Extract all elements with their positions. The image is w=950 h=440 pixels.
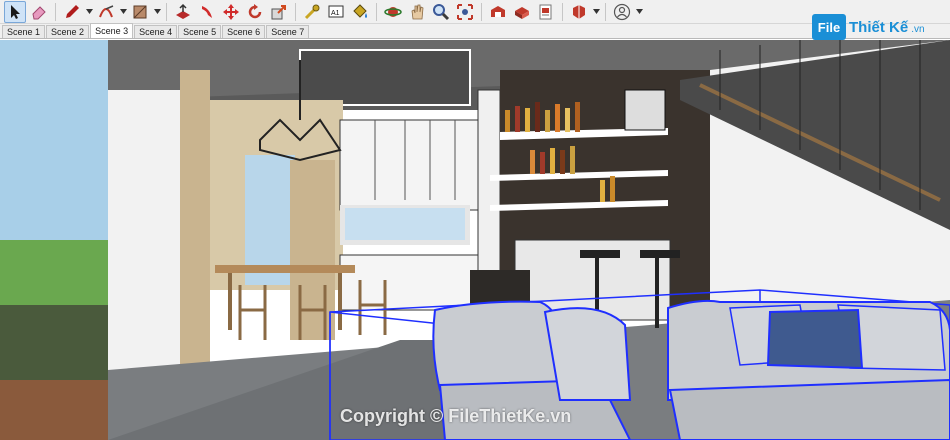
scene-tab[interactable]: Scene 2 bbox=[46, 25, 90, 38]
pan-tool-icon bbox=[411, 4, 424, 19]
wood-deck bbox=[0, 380, 108, 440]
scene-tab[interactable]: Scene 4 bbox=[134, 25, 178, 38]
watermark-logo: File Thiết Kế .vn bbox=[812, 14, 925, 40]
scene-tab[interactable]: Scene 6 bbox=[222, 25, 266, 38]
toolbar-separator bbox=[166, 2, 167, 21]
text-tool-icon: A1 bbox=[328, 5, 344, 17]
rectangle-tool-button[interactable] bbox=[129, 1, 151, 23]
scene-tab[interactable]: Scene 5 bbox=[178, 25, 222, 38]
account-icon bbox=[613, 3, 631, 20]
chevron-down-icon bbox=[85, 9, 93, 14]
send-to-layout-button[interactable] bbox=[535, 1, 557, 23]
eraser-tool-button[interactable] bbox=[28, 1, 50, 23]
push-pull-tool-button[interactable] bbox=[172, 1, 194, 23]
scene-tab[interactable]: Scene 1 bbox=[2, 25, 46, 38]
kitchen-window bbox=[345, 208, 465, 240]
arc-dropdown-button[interactable] bbox=[119, 1, 127, 23]
bar-sign-board bbox=[470, 270, 530, 305]
extension-manager-icon bbox=[573, 4, 585, 19]
wall-frame bbox=[624, 89, 666, 131]
pan-tool-button[interactable] bbox=[406, 1, 428, 23]
dining-table bbox=[215, 265, 355, 273]
tape-measure-tool-button[interactable] bbox=[301, 1, 323, 23]
warehouse-icon bbox=[491, 5, 505, 17]
extension-manager-button[interactable] bbox=[568, 1, 590, 23]
model-viewport[interactable] bbox=[0, 40, 950, 440]
main-toolbar: A1 bbox=[0, 0, 950, 24]
scene-tab-active[interactable]: Scene 3 bbox=[90, 23, 134, 38]
logo-box: File bbox=[812, 14, 846, 40]
3d-warehouse-button[interactable] bbox=[487, 1, 509, 23]
zoom-tool-button[interactable] bbox=[430, 1, 452, 23]
chevron-down-icon bbox=[592, 9, 600, 14]
pencil-line-tool-icon bbox=[66, 4, 79, 18]
logo-text: Thiết Kế bbox=[849, 18, 909, 36]
account-button[interactable] bbox=[611, 1, 633, 23]
extension-warehouse-button[interactable] bbox=[511, 1, 533, 23]
shapes-dropdown-button[interactable] bbox=[153, 1, 161, 23]
sofa[interactable] bbox=[667, 299, 950, 440]
curtain-left bbox=[180, 70, 210, 390]
paint-bucket-tool-icon bbox=[353, 3, 367, 18]
chevron-down-icon bbox=[119, 9, 127, 14]
throw-pillow bbox=[766, 308, 864, 370]
zoom-tool-icon bbox=[433, 3, 450, 20]
select-tool-button[interactable] bbox=[4, 0, 26, 23]
toolbar-separator bbox=[562, 2, 563, 21]
kitchen-upper-cabinets bbox=[339, 119, 481, 211]
curtain-right bbox=[290, 160, 335, 340]
logo-domain: .vn bbox=[911, 23, 925, 35]
toolbar-separator bbox=[376, 2, 377, 21]
toolbar-separator bbox=[295, 2, 296, 21]
arc-tool-icon bbox=[99, 4, 114, 17]
move-tool-button[interactable] bbox=[220, 1, 242, 23]
rotate-tool-button[interactable] bbox=[244, 1, 266, 23]
orbit-tool-button[interactable] bbox=[382, 1, 404, 23]
toolbar-separator bbox=[605, 2, 606, 21]
chevron-down-icon bbox=[635, 9, 643, 14]
toolbar-separator bbox=[481, 2, 482, 21]
pencil-dropdown-button[interactable] bbox=[85, 1, 93, 23]
follow-me-tool-button[interactable] bbox=[196, 1, 218, 23]
paint-bucket-tool-button[interactable] bbox=[349, 1, 371, 23]
text-tool-button[interactable]: A1 bbox=[325, 1, 347, 23]
scale-tool-icon bbox=[271, 4, 286, 19]
extension-warehouse-icon bbox=[515, 6, 529, 19]
scale-tool-button[interactable] bbox=[268, 1, 290, 23]
svg-text:A1: A1 bbox=[331, 10, 340, 17]
pencil-line-tool-button[interactable] bbox=[61, 1, 83, 23]
eraser-tool-icon bbox=[32, 5, 46, 19]
copyright-watermark: Copyright © FileThietKe.vn bbox=[340, 406, 572, 426]
move-tool-icon bbox=[223, 3, 239, 20]
move-tool-icon bbox=[202, 5, 212, 18]
push-pull-tool-icon bbox=[176, 3, 190, 19]
arc-tool-button[interactable] bbox=[95, 1, 117, 23]
orbit-tool-icon bbox=[384, 6, 402, 17]
ceiling-recess bbox=[299, 49, 471, 106]
scene-tab[interactable]: Scene 7 bbox=[266, 25, 310, 38]
chevron-down-icon bbox=[153, 9, 161, 14]
tape-measure-tool-icon bbox=[304, 4, 320, 19]
scene-tabs: Scene 1 Scene 2 Scene 3 Scene 4 Scene 5 … bbox=[0, 23, 950, 39]
toolbar-separator bbox=[55, 2, 56, 21]
send-to-layout-icon bbox=[539, 4, 552, 19]
zoom-extents-tool-icon bbox=[457, 3, 473, 20]
extension-dropdown-button[interactable] bbox=[592, 1, 600, 23]
interior-render bbox=[0, 40, 950, 440]
rotate-tool-icon bbox=[248, 3, 262, 18]
zoom-extents-tool-button[interactable] bbox=[454, 1, 476, 23]
select-tool-icon bbox=[11, 4, 20, 19]
account-dropdown-button[interactable] bbox=[635, 1, 643, 23]
rectangle-tool-icon bbox=[133, 5, 147, 18]
